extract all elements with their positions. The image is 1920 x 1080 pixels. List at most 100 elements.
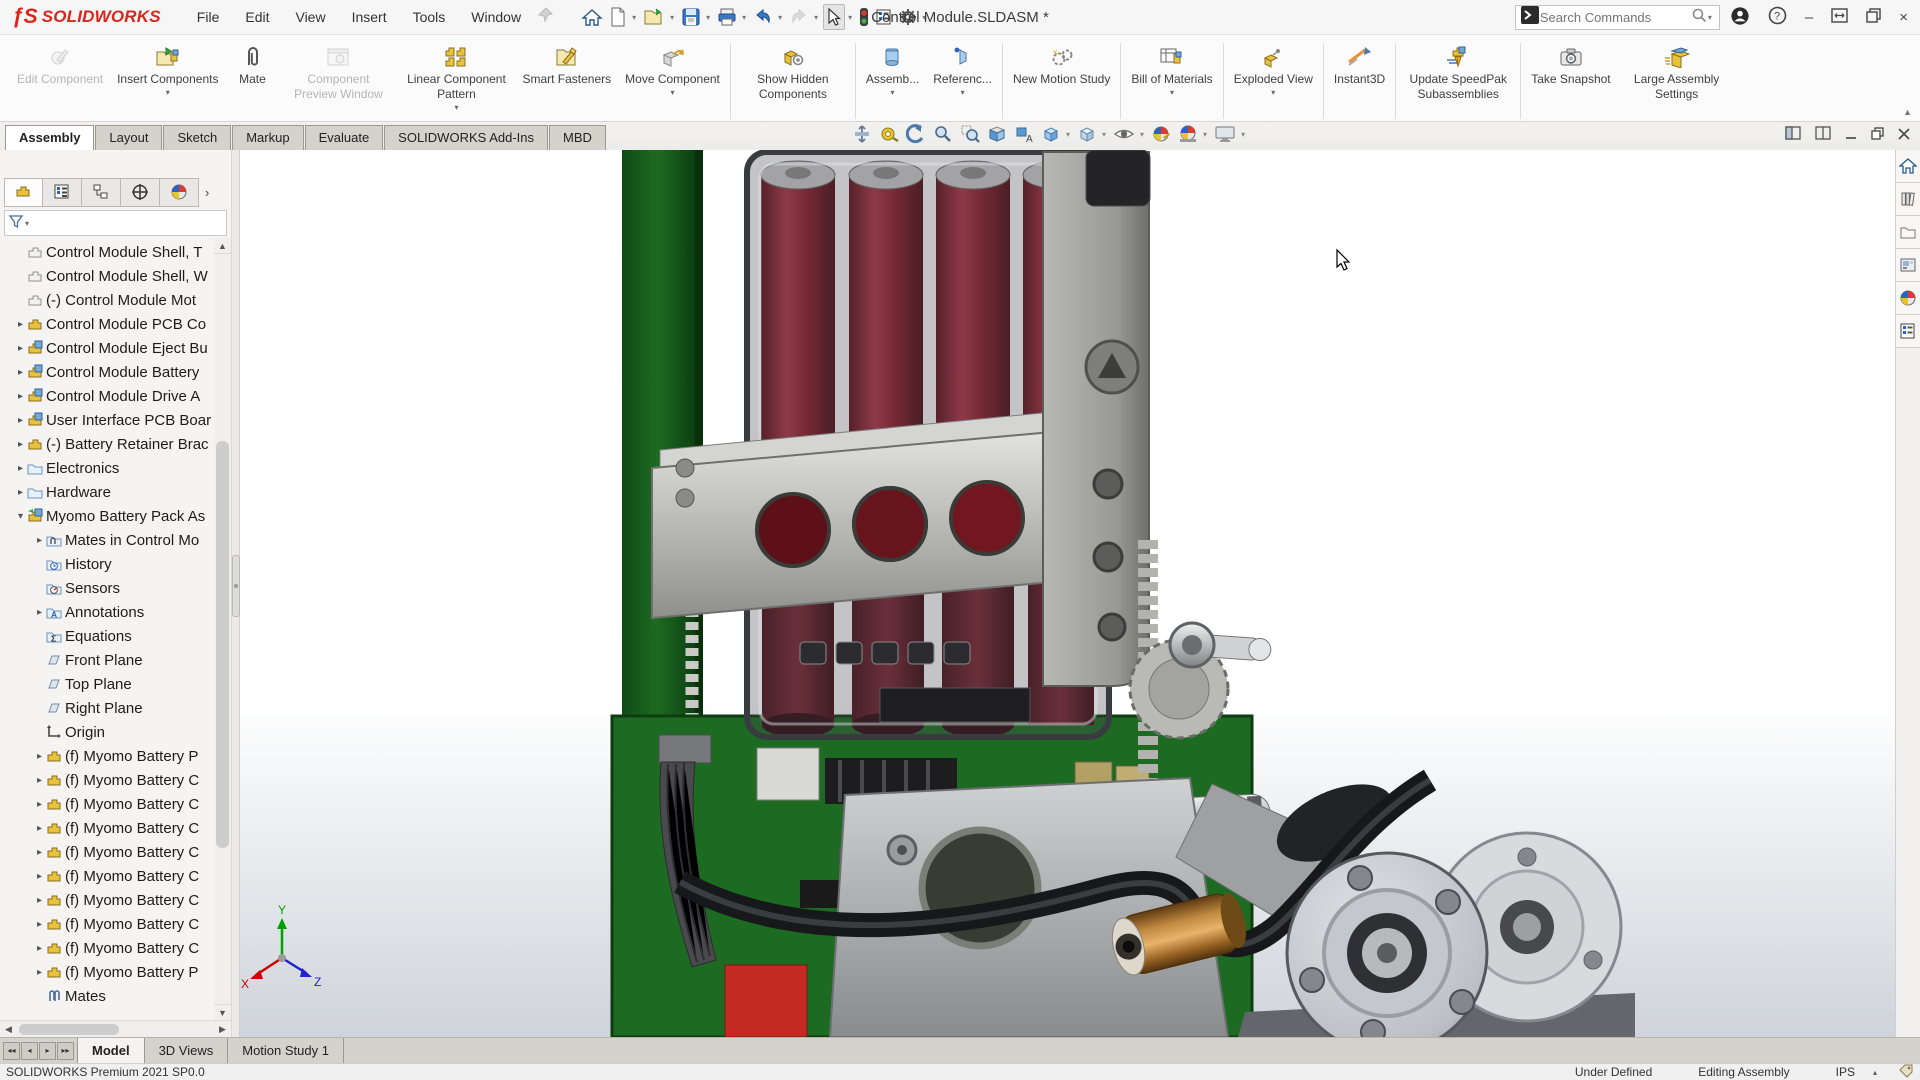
next-tab-icon[interactable]: ▸: [39, 1042, 56, 1060]
options-gear-icon[interactable]: [897, 5, 919, 29]
tree-hscroll-thumb[interactable]: [19, 1024, 119, 1035]
tree-item[interactable]: ▸ Control Module Drive A: [0, 384, 231, 408]
ribbon-new-motion-study-button[interactable]: New Motion Study: [1006, 41, 1117, 98]
close-icon[interactable]: ×: [1899, 10, 1908, 25]
tree-item[interactable]: ▸ (f) Myomo Battery C: [0, 840, 231, 864]
minimize-icon[interactable]: –: [1805, 10, 1813, 25]
ribbon-insert-components-button[interactable]: Insert Components ▾: [110, 41, 225, 98]
doc-minimize-icon[interactable]: [1845, 127, 1857, 145]
tree-horizontal-scrollbar[interactable]: ◀ ▶: [0, 1020, 231, 1037]
tree-item[interactable]: ▸ A Annotations: [0, 600, 231, 624]
ribbon-linear-component-pattern-button[interactable]: Linear Component Pattern ▾: [397, 41, 515, 113]
tree-item[interactable]: ▸ (f) Myomo Battery C: [0, 936, 231, 960]
units-dropdown-icon[interactable]: ▴: [1873, 1068, 1877, 1077]
scroll-right-icon[interactable]: ▶: [214, 1024, 231, 1035]
ribbon-move-component-button[interactable]: Move Component ▾: [618, 41, 727, 98]
panel-tab-dimxpertmanager[interactable]: [121, 178, 160, 207]
tree-item[interactable]: ▸ Hardware: [0, 480, 231, 504]
panel-tab-overflow-icon[interactable]: ›: [205, 185, 209, 200]
doc-close-icon[interactable]: [1898, 127, 1910, 145]
tab-sketch[interactable]: Sketch: [163, 125, 231, 150]
ribbon-collapse-icon[interactable]: ▲: [1903, 107, 1912, 117]
expand-icon[interactable]: ▾: [14, 511, 27, 522]
home-icon[interactable]: [579, 4, 605, 30]
view-palette-icon[interactable]: [1896, 249, 1920, 282]
ribbon-take-snapshot-button[interactable]: Take Snapshot: [1524, 41, 1617, 98]
tree-item[interactable]: ▸ (-) Battery Retainer Brac: [0, 432, 231, 456]
user-account-icon[interactable]: [1730, 6, 1750, 29]
print-icon[interactable]: [715, 5, 739, 29]
view-orientation-icon-dropdown[interactable]: ▾: [1066, 130, 1070, 139]
tree-item[interactable]: ▸ (f) Myomo Battery C: [0, 912, 231, 936]
pane-split-icon[interactable]: [1815, 126, 1831, 145]
redo-icon-dropdown[interactable]: ▾: [814, 13, 818, 22]
expand-icon[interactable]: ▸: [14, 439, 27, 450]
appearances-icon[interactable]: [1896, 282, 1920, 315]
status-units[interactable]: IPS: [1836, 1065, 1855, 1079]
expand-icon[interactable]: ▸: [33, 847, 46, 858]
tab-layout[interactable]: Layout: [95, 125, 162, 150]
tab-solidworks-add-ins[interactable]: SOLIDWORKS Add-Ins: [384, 125, 548, 150]
expand-icon[interactable]: ▸: [33, 919, 46, 930]
bottom-tab-motion-study-1[interactable]: Motion Study 1: [228, 1038, 344, 1063]
expand-icon[interactable]: ▸: [14, 415, 27, 426]
menu-view[interactable]: View: [283, 5, 337, 29]
edit-appearance-icon[interactable]: [1151, 124, 1171, 144]
tab-markup[interactable]: Markup: [232, 125, 303, 150]
panel-tab-configurationmanager[interactable]: [82, 178, 121, 207]
expand-icon[interactable]: ▸: [33, 775, 46, 786]
taskpane-home-icon[interactable]: [1896, 150, 1920, 183]
expand-icon[interactable]: ▸: [33, 751, 46, 762]
expand-icon[interactable]: ▸: [33, 943, 46, 954]
search-input[interactable]: [1540, 10, 1691, 25]
new-document-icon-dropdown[interactable]: ▾: [632, 13, 636, 22]
ribbon-show-hidden-components-button[interactable]: Show Hidden Components: [734, 41, 852, 113]
expand-icon[interactable]: ▸: [33, 799, 46, 810]
open-icon[interactable]: [641, 4, 667, 30]
tree-item[interactable]: Mates: [0, 984, 231, 1008]
tree-item[interactable]: Σ Equations: [0, 624, 231, 648]
tree-item[interactable]: ▸ Mates in Control Mo: [0, 528, 231, 552]
previous-view-icon[interactable]: [906, 124, 926, 144]
tree-item[interactable]: ▸ Control Module PCB Co: [0, 312, 231, 336]
menu-tools[interactable]: Tools: [401, 5, 458, 29]
ribbon-bill-of-materials-button[interactable]: Bill of Materials ▾: [1124, 41, 1219, 98]
tree-item[interactable]: ▸ Control Module Battery: [0, 360, 231, 384]
tree-item[interactable]: (-) Control Module Mot: [0, 288, 231, 312]
tree-filter-row[interactable]: ▾: [4, 210, 227, 236]
view-settings-icon-dropdown[interactable]: ▾: [1241, 130, 1245, 139]
expand-icon[interactable]: ▸: [33, 967, 46, 978]
search-commands-box[interactable]: ▾: [1515, 5, 1720, 30]
annotation-views-icon[interactable]: A: [1014, 124, 1034, 144]
view-orientation-icon[interactable]: [1041, 124, 1061, 144]
panel-tab-featuremanager[interactable]: [4, 178, 43, 207]
custom-properties-icon[interactable]: [1896, 315, 1920, 348]
tree-item[interactable]: ▸ (f) Myomo Battery P: [0, 960, 231, 984]
expand-icon[interactable]: ▸: [33, 895, 46, 906]
splitter-handle[interactable]: [232, 555, 240, 617]
save-icon-dropdown[interactable]: ▾: [706, 13, 710, 22]
tag-icon[interactable]: [1899, 1064, 1914, 1080]
magnified-selection-icon[interactable]: [960, 124, 980, 144]
tree-item[interactable]: Top Plane: [0, 672, 231, 696]
select-arrow-icon-dropdown[interactable]: ▾: [848, 13, 852, 22]
filter-input[interactable]: [29, 216, 223, 230]
options-gear-icon-dropdown[interactable]: ▾: [922, 13, 926, 22]
hide-show-items-icon[interactable]: [1113, 124, 1135, 144]
tree-item[interactable]: ▸ (f) Myomo Battery C: [0, 888, 231, 912]
tab-evaluate[interactable]: Evaluate: [305, 125, 384, 150]
span-displays-icon[interactable]: [1831, 8, 1848, 26]
tree-item[interactable]: ▸ (f) Myomo Battery C: [0, 864, 231, 888]
ribbon-exploded-view-button[interactable]: Exploded View ▾: [1227, 41, 1320, 98]
menu-edit[interactable]: Edit: [233, 5, 281, 29]
select-arrow-icon[interactable]: [823, 4, 845, 30]
last-tab-icon[interactable]: ▸▸: [57, 1042, 74, 1060]
tree-item[interactable]: Control Module Shell, W: [0, 264, 231, 288]
tree-scroll-thumb[interactable]: [216, 441, 229, 848]
expand-icon[interactable]: ▸: [14, 391, 27, 402]
help-icon[interactable]: ?: [1768, 6, 1787, 28]
tree-item[interactable]: ▸ Control Module Eject Bu: [0, 336, 231, 360]
apply-scene-icon[interactable]: [1178, 124, 1198, 144]
expand-icon[interactable]: ▸: [33, 823, 46, 834]
tab-assembly[interactable]: Assembly: [5, 125, 94, 150]
